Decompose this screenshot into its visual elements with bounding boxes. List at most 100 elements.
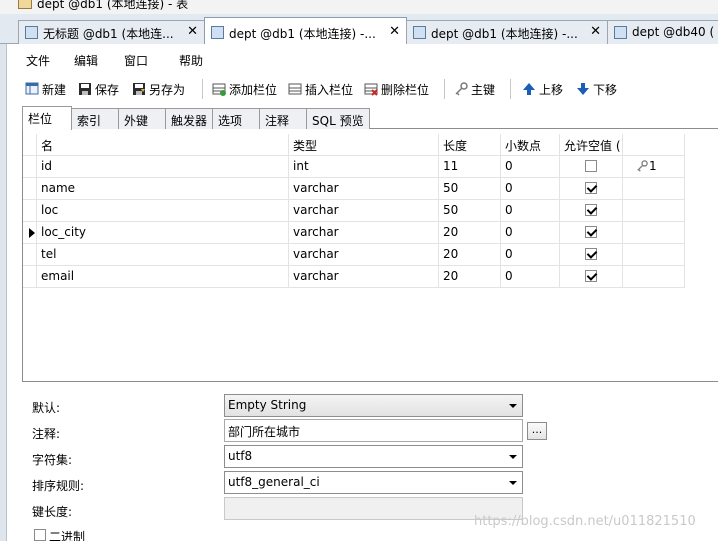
save-icon (79, 83, 91, 95)
field-decimals-cell[interactable]: 0 (501, 266, 560, 288)
menu-bar: 文件 编辑 窗口 帮助 (7, 44, 718, 76)
comment-input[interactable]: 部门所在城市 (224, 419, 523, 442)
tab-sql-preview[interactable]: SQL 预览 (306, 108, 370, 129)
field-decimals-cell[interactable]: 0 (501, 200, 560, 222)
field-length-cell[interactable]: 11 (439, 156, 501, 178)
field-key-cell (623, 266, 685, 288)
tab-options[interactable]: 选项 (212, 108, 260, 129)
field-name-cell[interactable]: loc (37, 200, 289, 222)
key-order: 1 (649, 159, 657, 173)
field-type-cell[interactable]: varchar (289, 200, 439, 222)
row-indicator[interactable] (23, 178, 37, 200)
toolbar-separator (510, 79, 511, 99)
field-nullable-cell[interactable] (560, 178, 623, 200)
move-down-button[interactable]: 下移 (576, 80, 624, 98)
column-header-nullable[interactable]: 允许空值 ( (560, 134, 623, 156)
field-type-cell[interactable]: varchar (289, 244, 439, 266)
menu-edit[interactable]: 编辑 (74, 52, 98, 69)
field-nullable-cell[interactable] (560, 200, 623, 222)
row-indicator[interactable] (23, 222, 37, 244)
binary-checkbox[interactable] (34, 529, 46, 541)
field-type-cell[interactable]: varchar (289, 222, 439, 244)
fields-grid: 名 类型 长度 小数点 允许空值 ( id int 11 0 1 name va… (22, 130, 718, 382)
tab-foreign-keys[interactable]: 外键 (118, 108, 166, 129)
nullable-checkbox[interactable] (585, 270, 597, 282)
tab-dept-db1-active[interactable]: dept @db1 (本地连接) -... ✕ (204, 17, 407, 45)
close-icon[interactable]: ✕ (389, 24, 400, 39)
column-header-length[interactable]: 长度 (439, 134, 501, 156)
charset-label: 字符集: (32, 453, 73, 467)
field-type-cell[interactable]: varchar (289, 266, 439, 288)
tab-dept-db40[interactable]: dept @db40 ( (607, 20, 718, 44)
menu-file[interactable]: 文件 (26, 52, 50, 69)
tab-untitled[interactable]: 无标题 @db1 (本地连... ✕ (18, 20, 205, 44)
field-nullable-cell[interactable] (560, 156, 623, 178)
comment-edit-button[interactable]: ... (527, 422, 547, 440)
tab-fields[interactable]: 栏位 (22, 106, 72, 130)
primary-key-button[interactable]: 主键 (454, 80, 502, 98)
key-length-label: 键长度: (32, 505, 73, 519)
field-name-cell[interactable]: id (37, 156, 289, 178)
tab-triggers[interactable]: 触发器 (165, 108, 213, 129)
close-icon[interactable]: ✕ (590, 24, 601, 39)
field-decimals-cell[interactable]: 0 (501, 244, 560, 266)
delete-field-button[interactable]: 删除栏位 (364, 80, 436, 98)
row-indicator[interactable] (23, 200, 37, 222)
close-icon[interactable]: ✕ (187, 24, 198, 39)
field-nullable-cell[interactable] (560, 266, 623, 288)
default-value-select[interactable]: Empty String (224, 394, 523, 417)
column-header-key (623, 134, 685, 156)
move-up-button[interactable]: 上移 (522, 80, 570, 98)
field-length-cell[interactable]: 20 (439, 266, 501, 288)
field-key-cell (623, 200, 685, 222)
field-nullable-cell[interactable] (560, 222, 623, 244)
tab-dept-db1[interactable]: dept @db1 (本地连接) -... ✕ (406, 20, 608, 44)
save-as-button[interactable]: 另存为 (132, 80, 194, 98)
menu-help[interactable]: 帮助 (179, 52, 203, 69)
design-tab-strip: 栏位 索引 外键 触发器 选项 注释 SQL 预览 (22, 106, 718, 130)
field-nullable-cell[interactable] (560, 244, 623, 266)
menu-window[interactable]: 窗口 (124, 52, 148, 69)
tab-comment[interactable]: 注释 (259, 108, 307, 129)
new-icon (25, 82, 39, 95)
column-header-type[interactable]: 类型 (289, 134, 439, 156)
field-name-cell[interactable]: email (37, 266, 289, 288)
watermark: https://blog.csdn.net/u011821510 (474, 514, 696, 529)
field-name-cell[interactable]: tel (37, 244, 289, 266)
collation-select[interactable]: utf8_general_ci (224, 471, 523, 494)
nullable-checkbox[interactable] (585, 248, 597, 260)
field-length-cell[interactable]: 50 (439, 200, 501, 222)
toolbar-separator (202, 79, 203, 99)
field-length-cell[interactable]: 20 (439, 244, 501, 266)
field-type-cell[interactable]: varchar (289, 178, 439, 200)
field-decimals-cell[interactable]: 0 (501, 156, 560, 178)
field-name-cell[interactable]: name (37, 178, 289, 200)
field-type-cell[interactable]: int (289, 156, 439, 178)
chevron-down-icon (509, 404, 517, 408)
save-button[interactable]: 保存 (78, 80, 126, 98)
tab-label: dept @db40 ( (632, 25, 715, 39)
table-icon (18, 0, 32, 9)
side-panel-edge (0, 44, 7, 541)
row-indicator[interactable] (23, 156, 37, 178)
field-name-cell[interactable]: loc_city (37, 222, 289, 244)
column-header-decimals[interactable]: 小数点 (501, 134, 560, 156)
tab-indexes[interactable]: 索引 (71, 108, 119, 129)
insert-field-button[interactable]: 插入栏位 (288, 80, 360, 98)
nullable-checkbox[interactable] (585, 160, 597, 172)
nullable-checkbox[interactable] (585, 226, 597, 238)
new-button[interactable]: 新建 (25, 80, 73, 98)
field-length-cell[interactable]: 50 (439, 178, 501, 200)
nullable-checkbox[interactable] (585, 182, 597, 194)
row-indicator[interactable] (23, 266, 37, 288)
add-field-button[interactable]: 添加栏位 (212, 80, 284, 98)
field-length-cell[interactable]: 20 (439, 222, 501, 244)
column-header-name[interactable]: 名 (37, 134, 289, 156)
charset-select[interactable]: utf8 (224, 445, 523, 468)
field-decimals-cell[interactable]: 0 (501, 178, 560, 200)
binary-label: 二进制 (49, 530, 86, 541)
nullable-checkbox[interactable] (585, 204, 597, 216)
row-indicator[interactable] (23, 244, 37, 266)
tab-label: dept @db1 (本地连接) -... (229, 27, 376, 41)
field-decimals-cell[interactable]: 0 (501, 222, 560, 244)
